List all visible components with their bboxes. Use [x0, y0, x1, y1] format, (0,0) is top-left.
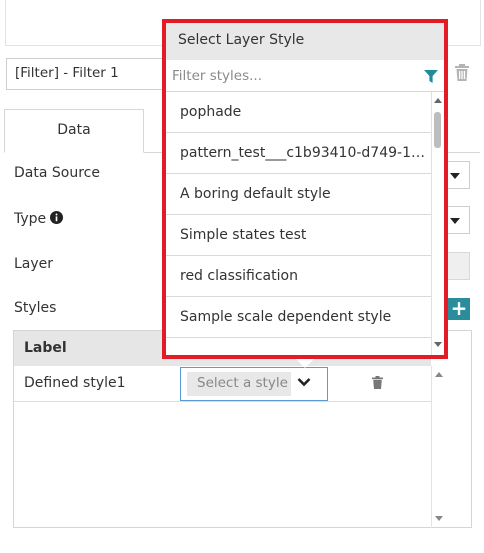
- row-style-label: Defined style1: [24, 375, 126, 391]
- scroll-up-arrow-icon[interactable]: [434, 98, 442, 103]
- popup-title: Select Layer Style: [166, 23, 444, 60]
- info-icon[interactable]: [50, 211, 63, 224]
- list-item[interactable]: Simple states test: [166, 215, 431, 256]
- scroll-thumb[interactable]: [434, 112, 441, 148]
- type-label: Type: [14, 211, 47, 227]
- filter-styles-input[interactable]: [172, 64, 412, 88]
- filter-funnel-icon[interactable]: [424, 70, 438, 83]
- style-select[interactable]: Select a style: [180, 367, 328, 401]
- scroll-up-arrow-icon[interactable]: [435, 372, 443, 377]
- styles-label: Styles: [14, 300, 57, 316]
- style-filter-bar: [166, 60, 444, 92]
- list-item[interactable]: pophade: [166, 92, 431, 133]
- style-options-list: pophade pattern_test___c1b93410-d749-11f…: [166, 92, 432, 355]
- select-layer-style-popup: Select Layer Style pophade pattern_test_…: [162, 19, 448, 359]
- table-scrollbar[interactable]: [431, 366, 445, 528]
- delete-style-trash-icon[interactable]: [372, 376, 386, 392]
- scroll-down-arrow-icon[interactable]: [434, 342, 442, 347]
- caret-down-icon: [450, 218, 460, 224]
- layer-label: Layer: [14, 256, 54, 272]
- caret-down-icon: [450, 173, 460, 179]
- list-item[interactable]: red classification: [166, 256, 431, 297]
- delete-filter-trash-icon[interactable]: [455, 64, 473, 84]
- popup-scrollbar[interactable]: [432, 92, 444, 355]
- tab-data[interactable]: Data: [4, 109, 144, 153]
- style-select-placeholder: Select a style: [187, 372, 291, 396]
- tab-data-label: Data: [57, 122, 91, 138]
- list-item[interactable]: A boring default style: [166, 174, 431, 215]
- plus-icon: +: [450, 296, 468, 320]
- add-style-button[interactable]: +: [448, 298, 470, 320]
- filter-select-value: [Filter] - Filter 1: [15, 65, 119, 81]
- data-source-label: Data Source: [14, 165, 100, 181]
- chevron-down-icon[interactable]: [297, 376, 313, 390]
- list-item[interactable]: pattern_test___c1b93410-d749-11f...: [166, 133, 431, 174]
- scroll-down-arrow-icon[interactable]: [435, 516, 443, 521]
- popup-pointer-arrow: [296, 359, 314, 368]
- list-item[interactable]: Sample scale dependent style: [166, 297, 431, 338]
